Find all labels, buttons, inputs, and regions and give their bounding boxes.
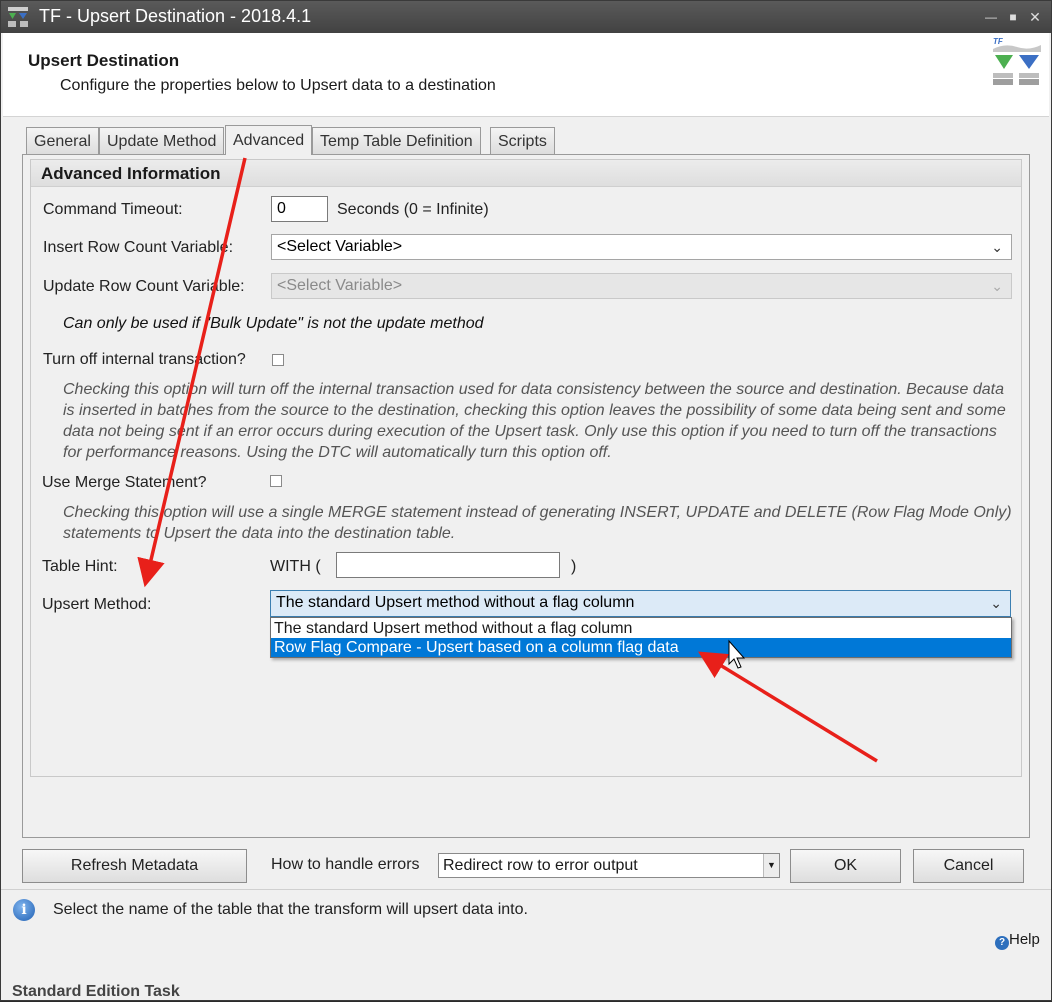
- chevron-down-icon: ⌄: [990, 595, 1002, 611]
- command-timeout-label: Command Timeout:: [43, 201, 183, 218]
- tab-advanced[interactable]: Advanced: [225, 125, 313, 155]
- merge-statement-note: Checking this option will use a single M…: [63, 504, 1012, 542]
- refresh-metadata-button[interactable]: Refresh Metadata: [22, 849, 247, 883]
- group-header: Advanced Information: [31, 160, 1021, 187]
- info-icon: i: [13, 899, 35, 921]
- merge-statement-label: Use Merge Statement?: [42, 474, 207, 491]
- tab-scripts[interactable]: Scripts: [490, 127, 555, 155]
- title-bar: TF - Upsert Destination - 2018.4.1 — ■ ✕: [1, 1, 1051, 33]
- tab-temp-table-definition[interactable]: Temp Table Definition: [312, 127, 481, 155]
- logo-text: TF: [993, 37, 1004, 46]
- table-hint-input[interactable]: [336, 552, 560, 578]
- tab-update-method[interactable]: Update Method: [99, 127, 225, 155]
- table-hint-prefix: WITH (: [270, 558, 321, 575]
- command-timeout-suffix: Seconds (0 = Infinite): [337, 201, 489, 218]
- edition-label: Standard Edition Task: [12, 983, 180, 1000]
- insert-row-count-value: <Select Variable>: [277, 238, 403, 255]
- close-icon[interactable]: ✕: [1025, 7, 1045, 27]
- upsert-method-option-row-flag[interactable]: Row Flag Compare - Upsert based on a col…: [271, 638, 1011, 657]
- table-hint-suffix: ): [571, 558, 577, 575]
- update-row-count-value: <Select Variable>: [277, 277, 403, 294]
- command-timeout-input[interactable]: [271, 196, 328, 222]
- dialog-header: Upsert Destination Configure the propert…: [3, 33, 1049, 117]
- window-title: TF - Upsert Destination - 2018.4.1: [39, 6, 312, 26]
- insert-row-count-label: Insert Row Count Variable:: [43, 239, 234, 256]
- internal-transaction-note: Checking this option will turn off the i…: [63, 381, 1006, 461]
- handle-errors-select[interactable]: Redirect row to error output ▼: [438, 853, 780, 878]
- app-funnel-icon: [8, 7, 28, 27]
- upsert-method-value: The standard Upsert method without a fla…: [276, 594, 635, 611]
- upsert-method-label: Upsert Method:: [42, 596, 152, 613]
- handle-errors-value: Redirect row to error output: [443, 857, 638, 874]
- update-row-count-label: Update Row Count Variable:: [43, 278, 245, 295]
- maximize-icon[interactable]: ■: [1003, 7, 1023, 27]
- minimize-icon[interactable]: —: [981, 7, 1001, 27]
- dialog-window: TF - Upsert Destination - 2018.4.1 — ■ ✕…: [0, 0, 1052, 1001]
- upsert-method-dropdown-list: The standard Upsert method without a fla…: [270, 617, 1012, 658]
- help-link[interactable]: ? Help: [995, 931, 1040, 950]
- internal-transaction-label: Turn off internal transaction?: [43, 351, 246, 368]
- cancel-button[interactable]: Cancel: [913, 849, 1024, 883]
- upsert-method-select[interactable]: The standard Upsert method without a fla…: [270, 590, 1011, 617]
- help-icon: ?: [995, 936, 1009, 950]
- header-title: Upsert Destination: [28, 51, 180, 70]
- merge-statement-checkbox[interactable]: [270, 475, 282, 487]
- status-message: Select the name of the table that the tr…: [53, 901, 528, 918]
- task-factory-logo-icon: TF: [993, 37, 1041, 85]
- chevron-down-icon: ⌄: [991, 239, 1003, 255]
- header-subtitle: Configure the properties below to Upsert…: [60, 77, 496, 94]
- handle-errors-label: How to handle errors: [271, 856, 420, 873]
- upsert-method-option-standard[interactable]: The standard Upsert method without a fla…: [271, 619, 1011, 638]
- help-label: Help: [1009, 931, 1040, 948]
- update-method-note: Can only be used if "Bulk Update" is not…: [63, 315, 484, 332]
- tab-general[interactable]: General: [26, 127, 99, 155]
- chevron-down-icon: ⌄: [991, 278, 1003, 294]
- internal-transaction-checkbox[interactable]: [272, 354, 284, 366]
- status-bar: i Select the name of the table that the …: [1, 889, 1051, 929]
- table-hint-label: Table Hint:: [42, 558, 118, 575]
- section-title: Advanced Information: [41, 164, 221, 183]
- ok-button[interactable]: OK: [790, 849, 901, 883]
- dropdown-arrow-icon: ▼: [763, 854, 779, 877]
- update-row-count-select: <Select Variable> ⌄: [271, 273, 1012, 299]
- insert-row-count-select[interactable]: <Select Variable> ⌄: [271, 234, 1012, 260]
